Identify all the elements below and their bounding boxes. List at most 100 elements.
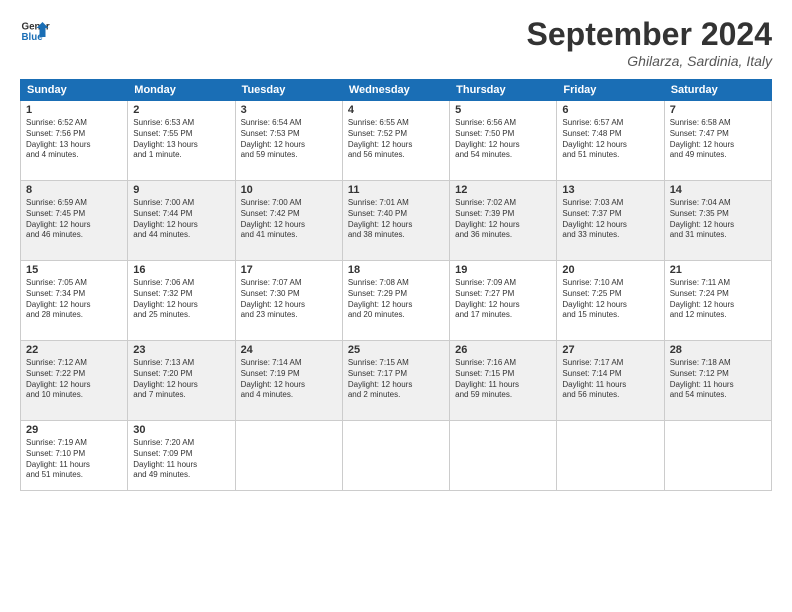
calendar-header-row: Sunday Monday Tuesday Wednesday Thursday…: [21, 80, 772, 101]
day-info: Sunrise: 7:11 AM Sunset: 7:24 PM Dayligh…: [670, 278, 766, 321]
header-tuesday: Tuesday: [235, 80, 342, 101]
day-number: 25: [348, 344, 444, 356]
header-sunday: Sunday: [21, 80, 128, 101]
day-number: 18: [348, 264, 444, 276]
table-row: [664, 421, 771, 491]
logo-icon: General Blue: [20, 16, 50, 46]
table-row: [557, 421, 664, 491]
header: General Blue September 2024 Ghilarza, Sa…: [20, 16, 772, 69]
table-row: 10Sunrise: 7:00 AM Sunset: 7:42 PM Dayli…: [235, 181, 342, 261]
day-number: 3: [241, 104, 337, 116]
calendar-week-row: 15 Sunrise: 7:05 AM Sunset: 7:34 PM Dayli…: [21, 261, 772, 341]
table-row: 26 Sunrise: 7:16 AM Sunset: 7:15 PM Dayli…: [450, 341, 557, 421]
day-info: Sunrise: 6:52 AM Sunset: 7:56 PM Dayligh…: [26, 118, 122, 161]
day-number: 21: [670, 264, 766, 276]
day-info: Sunrise: 7:08 AM Sunset: 7:29 PM Dayligh…: [348, 278, 444, 321]
table-row: 17 Sunrise: 7:07 AM Sunset: 7:30 PM Dayli…: [235, 261, 342, 341]
table-row: [450, 421, 557, 491]
day-number: 28: [670, 344, 766, 356]
table-row: 30 Sunrise: 7:20 AM Sunset: 7:09 PM Dayli…: [128, 421, 235, 491]
table-row: 1 Sunrise: 6:52 AM Sunset: 7:56 PM Daylig…: [21, 101, 128, 181]
day-number: 10: [241, 184, 337, 196]
day-info: Sunrise: 7:16 AM Sunset: 7:15 PM Dayligh…: [455, 358, 551, 401]
day-info: Sunrise: 7:07 AM Sunset: 7:30 PM Dayligh…: [241, 278, 337, 321]
day-number: 20: [562, 264, 658, 276]
day-info: Sunrise: 7:04 AM Sunset: 7:35 PM Dayligh…: [670, 198, 766, 241]
day-number: 30: [133, 424, 229, 436]
calendar-week-row: 8Sunrise: 6:59 AM Sunset: 7:45 PM Daylig…: [21, 181, 772, 261]
table-row: 22 Sunrise: 7:12 AM Sunset: 7:22 PM Dayli…: [21, 341, 128, 421]
day-info: Sunrise: 7:02 AM Sunset: 7:39 PM Dayligh…: [455, 198, 551, 241]
day-info: Sunrise: 7:01 AM Sunset: 7:40 PM Dayligh…: [348, 198, 444, 241]
day-info: Sunrise: 7:00 AM Sunset: 7:44 PM Dayligh…: [133, 198, 229, 241]
day-info: Sunrise: 6:58 AM Sunset: 7:47 PM Dayligh…: [670, 118, 766, 161]
table-row: [342, 421, 449, 491]
table-row: 21 Sunrise: 7:11 AM Sunset: 7:24 PM Dayli…: [664, 261, 771, 341]
header-wednesday: Wednesday: [342, 80, 449, 101]
header-monday: Monday: [128, 80, 235, 101]
table-row: 16 Sunrise: 7:06 AM Sunset: 7:32 PM Dayli…: [128, 261, 235, 341]
day-info: Sunrise: 7:13 AM Sunset: 7:20 PM Dayligh…: [133, 358, 229, 401]
location: Ghilarza, Sardinia, Italy: [527, 53, 772, 69]
day-info: Sunrise: 7:03 AM Sunset: 7:37 PM Dayligh…: [562, 198, 658, 241]
day-number: 16: [133, 264, 229, 276]
table-row: 6 Sunrise: 6:57 AM Sunset: 7:48 PM Daylig…: [557, 101, 664, 181]
day-number: 22: [26, 344, 122, 356]
logo: General Blue: [20, 16, 50, 46]
header-thursday: Thursday: [450, 80, 557, 101]
table-row: [235, 421, 342, 491]
day-info: Sunrise: 7:14 AM Sunset: 7:19 PM Dayligh…: [241, 358, 337, 401]
day-number: 27: [562, 344, 658, 356]
day-number: 29: [26, 424, 122, 436]
day-number: 13: [562, 184, 658, 196]
calendar-week-row: 22 Sunrise: 7:12 AM Sunset: 7:22 PM Dayli…: [21, 341, 772, 421]
day-info: Sunrise: 6:53 AM Sunset: 7:55 PM Dayligh…: [133, 118, 229, 161]
month-title: September 2024: [527, 16, 772, 53]
calendar-table: Sunday Monday Tuesday Wednesday Thursday…: [20, 79, 772, 491]
day-number: 15: [26, 264, 122, 276]
day-info: Sunrise: 7:10 AM Sunset: 7:25 PM Dayligh…: [562, 278, 658, 321]
table-row: 8Sunrise: 6:59 AM Sunset: 7:45 PM Daylig…: [21, 181, 128, 261]
day-number: 5: [455, 104, 551, 116]
table-row: 24 Sunrise: 7:14 AM Sunset: 7:19 PM Dayli…: [235, 341, 342, 421]
table-row: 4Sunrise: 6:55 AM Sunset: 7:52 PM Daylig…: [342, 101, 449, 181]
day-info: Sunrise: 6:56 AM Sunset: 7:50 PM Dayligh…: [455, 118, 551, 161]
calendar-week-row: 29Sunrise: 7:19 AM Sunset: 7:10 PM Dayli…: [21, 421, 772, 491]
header-friday: Friday: [557, 80, 664, 101]
table-row: 20 Sunrise: 7:10 AM Sunset: 7:25 PM Dayli…: [557, 261, 664, 341]
day-info: Sunrise: 6:57 AM Sunset: 7:48 PM Dayligh…: [562, 118, 658, 161]
day-info: Sunrise: 7:06 AM Sunset: 7:32 PM Dayligh…: [133, 278, 229, 321]
table-row: 25 Sunrise: 7:15 AM Sunset: 7:17 PM Dayli…: [342, 341, 449, 421]
day-number: 6: [562, 104, 658, 116]
table-row: 13 Sunrise: 7:03 AM Sunset: 7:37 PM Dayli…: [557, 181, 664, 261]
table-row: 19Sunrise: 7:09 AM Sunset: 7:27 PM Dayli…: [450, 261, 557, 341]
day-number: 26: [455, 344, 551, 356]
day-info: Sunrise: 7:12 AM Sunset: 7:22 PM Dayligh…: [26, 358, 122, 401]
table-row: 18 Sunrise: 7:08 AM Sunset: 7:29 PM Dayli…: [342, 261, 449, 341]
table-row: 9Sunrise: 7:00 AM Sunset: 7:44 PM Daylig…: [128, 181, 235, 261]
table-row: 11 Sunrise: 7:01 AM Sunset: 7:40 PM Dayli…: [342, 181, 449, 261]
table-row: 23Sunrise: 7:13 AM Sunset: 7:20 PM Dayli…: [128, 341, 235, 421]
table-row: 2 Sunrise: 6:53 AM Sunset: 7:55 PM Daylig…: [128, 101, 235, 181]
day-number: 12: [455, 184, 551, 196]
day-number: 2: [133, 104, 229, 116]
day-number: 14: [670, 184, 766, 196]
day-number: 1: [26, 104, 122, 116]
table-row: 3 Sunrise: 6:54 AM Sunset: 7:53 PM Daylig…: [235, 101, 342, 181]
title-block: September 2024 Ghilarza, Sardinia, Italy: [527, 16, 772, 69]
day-info: Sunrise: 7:05 AM Sunset: 7:34 PM Dayligh…: [26, 278, 122, 321]
day-info: Sunrise: 6:54 AM Sunset: 7:53 PM Dayligh…: [241, 118, 337, 161]
day-info: Sunrise: 7:20 AM Sunset: 7:09 PM Dayligh…: [133, 438, 229, 481]
day-info: Sunrise: 7:17 AM Sunset: 7:14 PM Dayligh…: [562, 358, 658, 401]
day-number: 19: [455, 264, 551, 276]
page: General Blue September 2024 Ghilarza, Sa…: [0, 0, 792, 612]
table-row: 29Sunrise: 7:19 AM Sunset: 7:10 PM Dayli…: [21, 421, 128, 491]
day-info: Sunrise: 7:15 AM Sunset: 7:17 PM Dayligh…: [348, 358, 444, 401]
day-number: 7: [670, 104, 766, 116]
table-row: 5 Sunrise: 6:56 AM Sunset: 7:50 PM Daylig…: [450, 101, 557, 181]
table-row: 28Sunrise: 7:18 AM Sunset: 7:12 PM Dayli…: [664, 341, 771, 421]
day-number: 24: [241, 344, 337, 356]
day-number: 4: [348, 104, 444, 116]
day-number: 11: [348, 184, 444, 196]
day-number: 17: [241, 264, 337, 276]
